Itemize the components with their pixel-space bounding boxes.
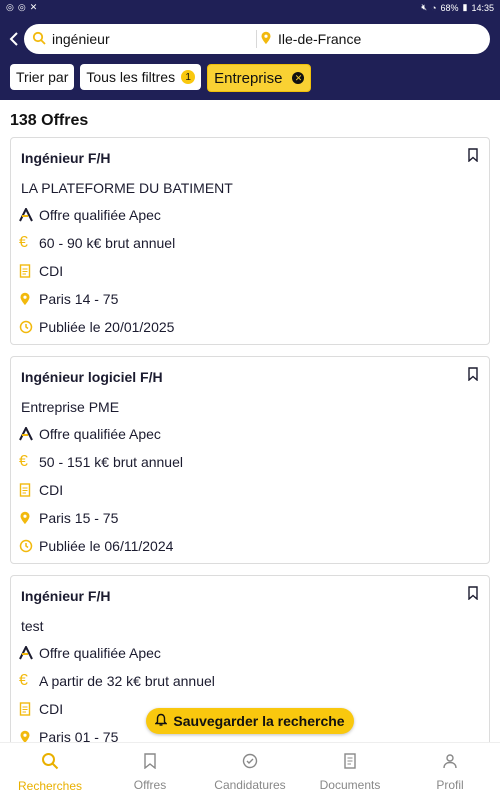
offer-title: Ingénieur F/H xyxy=(21,588,111,604)
offer-contract: CDI xyxy=(19,482,63,498)
battery-level: 68% xyxy=(440,2,459,13)
save-search-button[interactable]: Sauvegarder la recherche xyxy=(146,708,354,734)
offer-company: Entreprise PME xyxy=(21,399,120,415)
active-filter-label: Entreprise xyxy=(214,69,283,87)
search-row: ingénieur Ile-de-France xyxy=(0,22,500,58)
back-arrow-icon[interactable] xyxy=(6,30,24,48)
notification-icon: ◎ xyxy=(6,2,14,12)
offer-title: Ingénieur F/H xyxy=(21,150,111,166)
clock-icon xyxy=(19,320,33,334)
offer-contract: CDI xyxy=(19,263,63,279)
all-filters-label: Tous les filtres xyxy=(86,69,176,85)
search-icon xyxy=(41,752,59,773)
keyword-field[interactable]: ingénieur xyxy=(32,24,110,54)
apec-logo-icon xyxy=(19,425,33,441)
nav-documents[interactable]: Documents xyxy=(300,743,400,801)
offer-qualified: Offre qualifiée Apec xyxy=(19,425,161,442)
location-value: Ile-de-France xyxy=(278,31,362,47)
check-circle-icon xyxy=(242,753,258,772)
nav-label: Documents xyxy=(319,777,381,792)
offer-published: Publiée le 06/11/2024 xyxy=(19,538,173,554)
bell-icon xyxy=(154,713,169,730)
results-count: 138 Offres xyxy=(10,112,89,129)
status-bar: ◎ ◎ ✕ 🔇︎ ◔ 68% ▮ 14:35 xyxy=(0,0,500,16)
wifi-icon: ◔ xyxy=(431,2,437,13)
clock: 14:35 xyxy=(471,2,494,13)
salary-text: 50 - 151 k€ brut annuel xyxy=(39,454,183,470)
euro-icon: € xyxy=(19,453,28,470)
offer-contract: CDI xyxy=(19,701,63,717)
nav-profil[interactable]: Profil xyxy=(400,743,500,801)
published-text: Publiée le 06/11/2024 xyxy=(39,538,174,554)
offer-qualified: Offre qualifiée Apec xyxy=(19,206,161,223)
location-text: Paris 15 - 75 xyxy=(39,510,119,526)
document-icon xyxy=(343,752,357,772)
save-search-label: Sauvegarder la recherche xyxy=(173,713,345,729)
search-icon xyxy=(32,31,46,48)
document-icon xyxy=(19,483,33,497)
notification-icon: ◎ xyxy=(17,2,26,12)
nav-label: Candidatures xyxy=(214,777,286,792)
filter-count-badge: 1 xyxy=(181,70,196,84)
tool-icon: ✕ xyxy=(29,2,38,12)
filter-chips: Trier par Tous les filtres 1 Entreprise … xyxy=(10,64,312,92)
location-pin-icon xyxy=(19,292,33,306)
search-bar[interactable]: ingénieur Ile-de-France xyxy=(24,24,490,54)
contract-text: CDI xyxy=(39,263,64,279)
offer-list: Ingénieur F/H LA PLATEFORME DU BATIMENT … xyxy=(10,137,490,794)
contract-text: CDI xyxy=(39,701,64,717)
apec-logo-icon xyxy=(19,644,33,660)
document-icon xyxy=(19,702,33,716)
keyword-value: ingénieur xyxy=(52,31,110,47)
clock-icon xyxy=(19,539,33,553)
offer-card[interactable]: Ingénieur F/H LA PLATEFORME DU BATIMENT … xyxy=(10,137,490,345)
offer-title: Ingénieur logiciel F/H xyxy=(21,369,163,385)
euro-icon: € xyxy=(19,672,28,689)
battery-icon: ▮ xyxy=(462,2,468,12)
remove-filter-icon[interactable]: ✕ xyxy=(292,72,305,84)
nav-candidatures[interactable]: Candidatures xyxy=(200,743,300,801)
location-text: Paris 14 - 75 xyxy=(39,291,119,307)
bookmark-icon xyxy=(143,752,157,772)
salary-text: 60 - 90 k€ brut annuel xyxy=(39,235,176,251)
published-text: Publiée le 20/01/2025 xyxy=(39,319,175,335)
offer-location: Paris 14 - 75 xyxy=(19,291,118,307)
location-field[interactable]: Ile-de-France xyxy=(260,24,361,54)
offer-company: test xyxy=(21,618,44,634)
location-pin-icon xyxy=(19,511,33,525)
bookmark-icon[interactable] xyxy=(467,148,479,163)
offer-company: LA PLATEFORME DU BATIMENT xyxy=(21,180,233,196)
top-bar: ◎ ◎ ✕ 🔇︎ ◔ 68% ▮ 14:35 ingénieur Ile-de-… xyxy=(0,0,500,100)
qualified-text: Offre qualifiée Apec xyxy=(39,426,161,442)
nav-label: Profil xyxy=(436,777,464,792)
offer-salary: € A partir de 32 k€ brut annuel xyxy=(19,672,215,690)
location-pin-icon xyxy=(260,31,272,48)
nav-recherches[interactable]: Recherches xyxy=(0,743,100,801)
mute-icon: 🔇︎ xyxy=(421,2,428,12)
all-filters-button[interactable]: Tous les filtres 1 xyxy=(80,64,202,90)
salary-text: A partir de 32 k€ brut annuel xyxy=(39,673,215,689)
euro-icon: € xyxy=(19,234,28,251)
offer-card[interactable]: Ingénieur logiciel F/H Entreprise PME Of… xyxy=(10,356,490,564)
nav-offres[interactable]: Offres xyxy=(100,743,200,801)
nav-label: Recherches xyxy=(17,778,83,793)
document-icon xyxy=(19,264,33,278)
apec-logo-icon xyxy=(19,206,33,222)
offer-salary: € 60 - 90 k€ brut annuel xyxy=(19,234,176,252)
sort-button[interactable]: Trier par xyxy=(10,64,75,90)
bookmark-icon[interactable] xyxy=(467,586,479,601)
offer-location: Paris 15 - 75 xyxy=(19,510,118,526)
bottom-nav: Recherches Offres Candidatures Documents… xyxy=(0,742,500,801)
offer-published: Publiée le 20/01/2025 xyxy=(19,319,174,335)
offer-qualified: Offre qualifiée Apec xyxy=(19,644,161,661)
offer-salary: € 50 - 151 k€ brut annuel xyxy=(19,453,183,471)
active-filter-chip[interactable]: Entreprise ✕ xyxy=(207,64,312,92)
qualified-text: Offre qualifiée Apec xyxy=(39,645,161,661)
bookmark-icon[interactable] xyxy=(467,367,479,382)
person-icon xyxy=(442,753,458,772)
field-divider xyxy=(256,30,257,48)
nav-label: Offres xyxy=(133,777,167,792)
qualified-text: Offre qualifiée Apec xyxy=(39,207,161,223)
contract-text: CDI xyxy=(39,482,64,498)
